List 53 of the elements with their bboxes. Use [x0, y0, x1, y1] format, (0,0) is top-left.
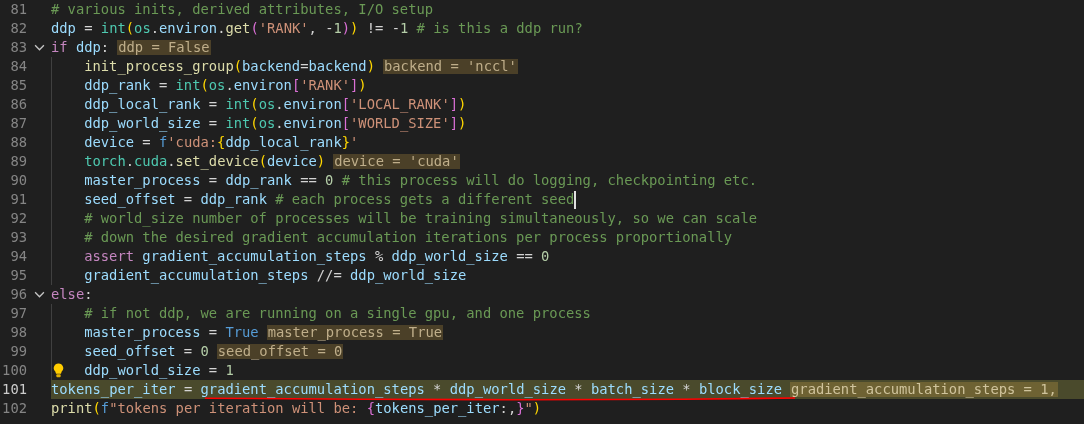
line-number: 100 — [1, 361, 27, 380]
line-number: 82 — [9, 19, 27, 38]
code-line: # if not ddp, we are running on a single gpu, and one process — [84, 306, 591, 321]
line-number: 83 — [9, 38, 27, 57]
code-line: ddp_world_size = int(os.environ['WORLD_SIZE']) — [84, 116, 467, 131]
lightbulb-icon[interactable] — [53, 363, 64, 378]
code-line: seed_offset = 0 — [84, 344, 209, 359]
code-line: device = f'cuda:{ddp_local_rank}' — [84, 135, 359, 150]
code-line: print(f"tokens per iteration will be: {tokens_per_iter:,}") — [51, 401, 542, 416]
chevron-icon[interactable] — [33, 44, 45, 51]
code-line: ddp_rank = int(os.environ['RANK']) — [84, 78, 367, 93]
inlay-hint: master_process = True — [266, 325, 444, 340]
line-number: 91 — [9, 190, 27, 209]
code-line: if ddp: — [51, 40, 110, 55]
inlay-hint: gradient_accumulation_steps = 1, — [790, 382, 1058, 397]
code-line: init_process_group(backend=backend) — [84, 59, 375, 74]
code-line: gradient_accumulation_steps //= ddp_world_size — [84, 268, 467, 283]
code-line: ddp_local_rank = int(os.environ['LOCAL_RANK']) — [84, 97, 467, 112]
chevron-icon[interactable] — [33, 291, 45, 298]
inlay-hint: seed_offset = 0 — [216, 344, 344, 359]
code-line: master_process = ddp_rank == 0 # this process will do logging, checkpointing etc. — [84, 173, 758, 188]
line-number: 95 — [9, 266, 27, 285]
code-line: ddp_world_size = 1 — [84, 363, 234, 378]
inlay-hint: ddp = False — [117, 40, 211, 55]
line-number: 102 — [1, 399, 27, 418]
line-number: 99 — [9, 342, 27, 361]
code-line: torch.cuda.set_device(device) — [84, 154, 326, 169]
line-number: 96 — [9, 285, 27, 304]
code-line: # world_size number of processes will be training simultaneously, so we can scale — [84, 211, 757, 226]
code-line: seed_offset = ddp_rank # each process gets a different seed — [84, 192, 575, 207]
line-number: 101 — [1, 380, 27, 399]
code-line: master_process = True — [84, 325, 259, 340]
line-number: 92 — [9, 209, 27, 228]
line-number: 93 — [9, 228, 27, 247]
code-line: assert gradient_accumulation_steps % ddp_world_size == 0 — [84, 249, 550, 264]
code-line: # down the desired gradient accumulation iterations per process proportionally — [84, 230, 733, 245]
line-number: 98 — [9, 323, 27, 342]
line-number: 81 — [9, 0, 27, 19]
code-line: tokens_per_iter = gradient_accumulation_steps * ddp_world_size * batch_size * block_size — [51, 382, 783, 397]
line-number: 89 — [9, 152, 27, 171]
line-number: 90 — [9, 171, 27, 190]
line-number: 87 — [9, 114, 27, 133]
code-line: else: — [51, 287, 93, 302]
code-line: ddp = int(os.environ.get('RANK', -1)) != -1 # is this a ddp run? — [51, 21, 583, 36]
line-number: 88 — [9, 133, 27, 152]
line-number: 97 — [9, 304, 27, 323]
line-number: 94 — [9, 247, 27, 266]
inlay-hint: device = 'cuda' — [333, 154, 460, 169]
line-number: 86 — [9, 95, 27, 114]
inlay-hint: backend = 'nccl' — [382, 59, 518, 74]
line-number: 84 — [9, 57, 27, 76]
line-number: 85 — [9, 76, 27, 95]
code-line: # various inits, derived attributes, I/O setup — [51, 2, 434, 17]
